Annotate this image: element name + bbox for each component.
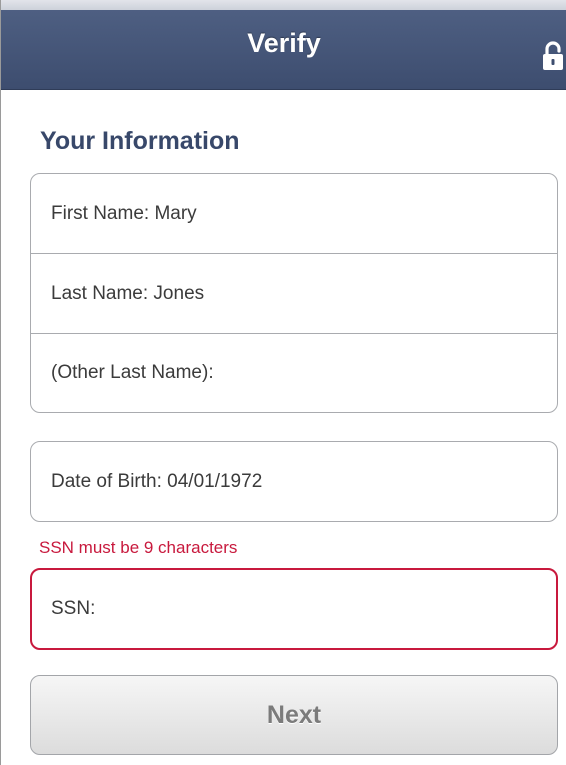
page-title: Verify: [247, 28, 321, 58]
name-field-group: First Name: Mary Last Name: Jones (Other…: [30, 173, 558, 413]
lock-icon: [543, 41, 563, 70]
verify-screen: Verify Your Information First Name: Mary…: [0, 0, 566, 765]
other-last-name-field[interactable]: (Other Last Name):: [31, 334, 557, 412]
ssn-field[interactable]: SSN:: [30, 568, 558, 650]
section-title: Your Information: [40, 127, 240, 155]
next-button[interactable]: Next: [30, 675, 558, 755]
dob-field-group: Date of Birth: 04/01/1972: [30, 441, 558, 522]
header-bar: Verify: [1, 10, 566, 90]
first-name-field[interactable]: First Name: Mary: [31, 174, 557, 254]
date-of-birth-field[interactable]: Date of Birth: 04/01/1972: [31, 442, 557, 521]
top-strip: [1, 0, 566, 10]
ssn-error-message: SSN must be 9 characters: [39, 538, 238, 557]
last-name-field[interactable]: Last Name: Jones: [31, 254, 557, 334]
